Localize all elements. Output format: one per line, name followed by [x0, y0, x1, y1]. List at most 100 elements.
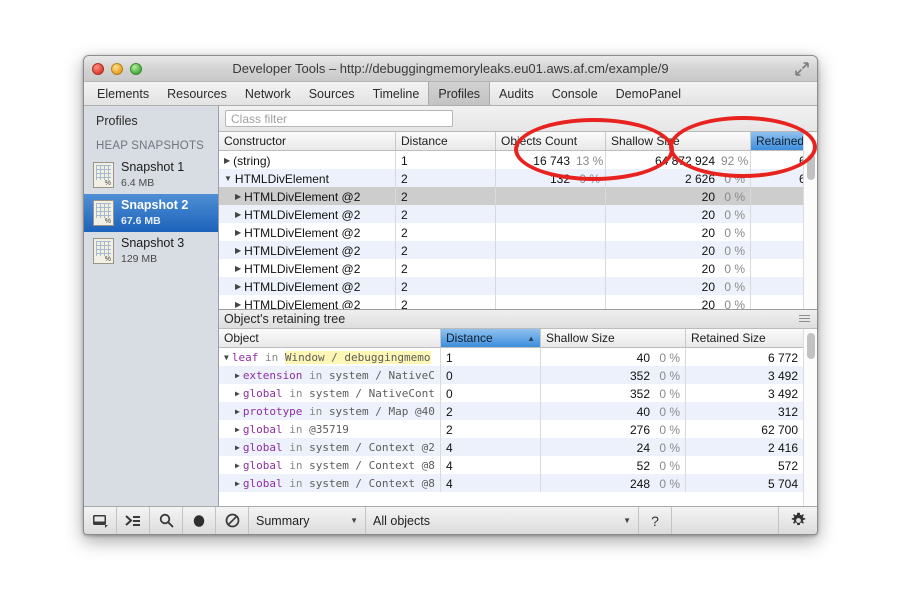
object-cell[interactable]: ▼leaf in Window / debuggingmemo: [219, 348, 441, 366]
constructors-rows[interactable]: ▶(string)116 74313 %64 872 92492 %64 872…: [219, 151, 817, 309]
tab-elements[interactable]: Elements: [88, 82, 158, 105]
table-row[interactable]: ▶HTMLDivElement @22200 %1 000 0521 %: [219, 223, 817, 241]
table-row[interactable]: ▼leaf in Window / debuggingmemo1400 %6 7…: [219, 348, 817, 366]
table-row[interactable]: ▶HTMLDivElement @22200 %1 000 0521 %: [219, 295, 817, 309]
retaining-tree-scrollbar[interactable]: [803, 329, 817, 506]
column-header-distance[interactable]: Distance▲: [441, 329, 541, 347]
column-header-object[interactable]: Object: [219, 329, 441, 347]
object-cell[interactable]: ▶extension in system / NativeC: [219, 366, 441, 384]
tab-resources[interactable]: Resources: [158, 82, 236, 105]
column-header-label: Object: [224, 331, 259, 345]
disclosure-triangle-icon[interactable]: ▶: [235, 407, 240, 416]
shallow-size-cell-value: 40: [637, 405, 650, 419]
disclosure-triangle-icon[interactable]: ▶: [235, 461, 240, 470]
tab-demopanel[interactable]: DemoPanel: [607, 82, 690, 105]
constructor-cell[interactable]: ▶(string): [219, 151, 396, 169]
column-header-retained-size[interactable]: Retained Size: [686, 329, 818, 347]
disclosure-triangle-icon[interactable]: ▶: [235, 300, 241, 309]
tab-network[interactable]: Network: [236, 82, 300, 105]
disclosure-triangle-icon[interactable]: ▶: [235, 389, 240, 398]
object-cell[interactable]: ▶global in system / NativeCont: [219, 384, 441, 402]
resize-grip-icon[interactable]: [799, 315, 810, 323]
retaining-tree-rows[interactable]: ▼leaf in Window / debuggingmemo1400 %6 7…: [219, 348, 817, 506]
column-header-distance[interactable]: Distance: [396, 132, 496, 150]
disclosure-triangle-icon[interactable]: ▶: [235, 264, 241, 273]
column-header-constructor[interactable]: Constructor: [219, 132, 396, 150]
object-path: system / NativeCont: [309, 387, 435, 400]
object-filter-select[interactable]: All objects ▼: [366, 507, 639, 534]
disclosure-triangle-icon[interactable]: ▶: [224, 156, 230, 165]
constructor-cell[interactable]: ▶HTMLDivElement @2: [219, 295, 396, 309]
table-row[interactable]: ▼HTMLDivElement21320 %2 6260 %64 004 812…: [219, 169, 817, 187]
constructor-cell[interactable]: ▶HTMLDivElement @2: [219, 187, 396, 205]
disclosure-triangle-icon[interactable]: ▶: [235, 228, 241, 237]
column-header-objects-count[interactable]: Objects Count: [496, 132, 606, 150]
sidebar-title: Profiles: [84, 106, 218, 134]
table-row[interactable]: ▶extension in system / NativeC03520 %3 4…: [219, 366, 817, 384]
retaining-tree-scroll-thumb[interactable]: [807, 333, 815, 359]
snapshot-item-3[interactable]: %Snapshot 3129 MB: [84, 232, 218, 270]
table-row[interactable]: ▶HTMLDivElement @22200 %1 000 0521 %: [219, 259, 817, 277]
tab-profiles[interactable]: Profiles: [428, 82, 490, 105]
snapshot-item-1[interactable]: %Snapshot 16.4 MB: [84, 156, 218, 194]
disclosure-triangle-icon[interactable]: ▼: [224, 353, 229, 362]
constructor-cell[interactable]: ▶HTMLDivElement @2: [219, 259, 396, 277]
gear-icon[interactable]: [779, 507, 817, 534]
table-row[interactable]: ▶HTMLDivElement @22200 %1 000 0521 %: [219, 277, 817, 295]
tab-audits[interactable]: Audits: [490, 82, 543, 105]
object-cell[interactable]: ▶global in @35719: [219, 420, 441, 438]
expand-icon[interactable]: [795, 62, 809, 76]
console-prompt-icon[interactable]: [117, 507, 150, 534]
object-cell[interactable]: ▶global in system / Context @2: [219, 438, 441, 456]
table-row[interactable]: ▶global in system / Context @842480 %5 7…: [219, 474, 817, 492]
table-row[interactable]: ▶global in @3571922760 %62 7000 %: [219, 420, 817, 438]
table-row[interactable]: ▶prototype in system / Map @402400 %3120…: [219, 402, 817, 420]
object-key: leaf: [232, 351, 259, 364]
disclosure-triangle-icon[interactable]: ▶: [235, 192, 241, 201]
table-row[interactable]: ▶HTMLDivElement @22200 %1 000 0521 %: [219, 241, 817, 259]
disclosure-triangle-icon[interactable]: ▶: [235, 443, 240, 452]
constructor-cell[interactable]: ▶HTMLDivElement @2: [219, 205, 396, 223]
search-icon[interactable]: [150, 507, 183, 534]
table-row[interactable]: ▶(string)116 74313 %64 872 92492 %64 872…: [219, 151, 817, 169]
disclosure-triangle-icon[interactable]: ▶: [235, 282, 241, 291]
retaining-tree-header-row[interactable]: Object Distance▲Shallow SizeRetained Size: [219, 329, 817, 348]
table-row[interactable]: ▶global in system / NativeCont03520 %3 4…: [219, 384, 817, 402]
help-button[interactable]: ?: [639, 507, 672, 534]
object-cell[interactable]: ▶global in system / Context @8: [219, 456, 441, 474]
column-header-shallow-size[interactable]: Shallow Size: [541, 329, 686, 347]
profiles-main: ConstructorDistanceObjects CountShallow …: [219, 106, 817, 506]
record-icon[interactable]: [183, 507, 216, 534]
constructors-scrollbar[interactable]: [803, 132, 817, 309]
snapshot-item-2[interactable]: %Snapshot 267.6 MB: [84, 194, 218, 232]
disclosure-triangle-icon[interactable]: ▼: [224, 174, 232, 183]
table-row[interactable]: ▶HTMLDivElement @22200 %1 000 0521 %: [219, 187, 817, 205]
column-header-shallow-size[interactable]: Shallow Size: [606, 132, 751, 150]
tab-sources[interactable]: Sources: [300, 82, 364, 105]
table-row[interactable]: ▶global in system / Context @84520 %5720…: [219, 456, 817, 474]
object-cell[interactable]: ▶global in system / Context @8: [219, 474, 441, 492]
panel-tabs[interactable]: ElementsResourcesNetworkSourcesTimelineP…: [84, 82, 817, 106]
constructors-header-row[interactable]: ConstructorDistanceObjects CountShallow …: [219, 132, 817, 151]
dock-to-side-icon[interactable]: [84, 507, 117, 534]
object-cell[interactable]: ▶prototype in system / Map @40: [219, 402, 441, 420]
disclosure-triangle-icon[interactable]: ▶: [235, 371, 240, 380]
constructor-name: HTMLDivElement @2: [244, 280, 360, 294]
disclosure-triangle-icon[interactable]: ▶: [235, 479, 240, 488]
tab-timeline[interactable]: Timeline: [364, 82, 429, 105]
clear-icon[interactable]: [216, 507, 249, 534]
tab-console[interactable]: Console: [543, 82, 607, 105]
constructor-cell[interactable]: ▶HTMLDivElement @2: [219, 277, 396, 295]
disclosure-triangle-icon[interactable]: ▶: [235, 425, 240, 434]
object-path: system / Context @8: [309, 459, 435, 472]
view-mode-select[interactable]: Summary ▼: [249, 507, 366, 534]
disclosure-triangle-icon[interactable]: ▶: [235, 246, 241, 255]
constructors-scroll-thumb[interactable]: [807, 154, 815, 180]
table-row[interactable]: ▶HTMLDivElement @22200 %1 000 0521 %: [219, 205, 817, 223]
constructor-cell[interactable]: ▶HTMLDivElement @2: [219, 241, 396, 259]
constructor-cell[interactable]: ▶HTMLDivElement @2: [219, 223, 396, 241]
constructor-cell[interactable]: ▼HTMLDivElement: [219, 169, 396, 187]
table-row[interactable]: ▶global in system / Context @24240 %2 41…: [219, 438, 817, 456]
disclosure-triangle-icon[interactable]: ▶: [235, 210, 241, 219]
class-filter-input[interactable]: [225, 110, 453, 127]
